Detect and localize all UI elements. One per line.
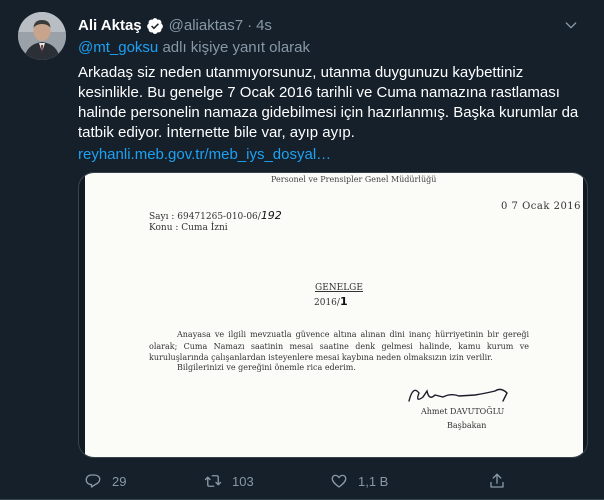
timestamp[interactable]: 4s bbox=[256, 17, 272, 34]
handle[interactable]: @aliaktas7 bbox=[169, 17, 243, 34]
reply-mention-link[interactable]: @mt_goksu bbox=[78, 39, 158, 56]
doc-genelge-number: 2016/1 bbox=[314, 295, 348, 308]
doc-closing: Bilgilerinizi ve gereğini önemle rica ed… bbox=[177, 363, 356, 372]
share-icon bbox=[490, 473, 504, 488]
tweet[interactable]: Ali Aktaş @aliaktas7 · 4s @mt_goksu adlı… bbox=[0, 0, 604, 500]
doc-signer: Ahmet DAVUTOĞLU bbox=[421, 407, 505, 416]
doc-signer-title: Başbakan bbox=[447, 421, 487, 430]
like-button[interactable]: 1,1 B bbox=[330, 472, 388, 490]
more-options-button[interactable] bbox=[558, 12, 584, 38]
retweet-count: 103 bbox=[232, 473, 254, 489]
display-name[interactable]: Ali Aktaş bbox=[78, 17, 142, 34]
share-button[interactable] bbox=[488, 472, 506, 490]
verified-badge-icon bbox=[146, 17, 163, 34]
doc-konu: Konu : Cuma İzni bbox=[149, 223, 228, 233]
doc-sayi-label: Sayı : 69471265-010-06/ bbox=[149, 212, 261, 222]
doc-genelge-handwritten: 1 bbox=[339, 295, 348, 308]
avatar-photo bbox=[18, 12, 66, 60]
doc-date-stamp: 0 7 Ocak 2016 bbox=[501, 201, 582, 212]
retweet-icon bbox=[204, 475, 222, 487]
doc-genelge-year: 2016/ bbox=[314, 298, 340, 308]
avatar[interactable] bbox=[18, 12, 66, 60]
doc-genelge-title: GENELGE bbox=[315, 283, 363, 293]
tweet-media[interactable]: Personel ve Prensipler Genel Müdürlüğü S… bbox=[78, 172, 588, 458]
separator-dot: · bbox=[247, 16, 253, 34]
doc-body-paragraph: Anayasa ve ilgili mevzuatla güvence altı… bbox=[149, 330, 529, 362]
chevron-down-icon bbox=[565, 22, 577, 29]
tweet-link[interactable]: reyhanli.meb.gov.tr/meb_iys_dosyal… bbox=[78, 146, 331, 163]
like-count: 1,1 B bbox=[358, 473, 389, 489]
document-image: Personel ve Prensipler Genel Müdürlüğü S… bbox=[85, 173, 583, 457]
reply-icon bbox=[85, 474, 101, 488]
heart-icon bbox=[331, 474, 347, 488]
tweet-header: Ali Aktaş @aliaktas7 · 4s bbox=[78, 14, 590, 36]
doc-organization: Personel ve Prensipler Genel Müdürlüğü bbox=[271, 175, 437, 184]
signature-icon bbox=[408, 388, 508, 402]
reply-suffix: adlı kişiye yanıt olarak bbox=[162, 39, 311, 56]
reply-button[interactable]: 29 bbox=[84, 472, 126, 490]
doc-sayi: Sayı : 69471265-010-06/192 bbox=[149, 209, 282, 222]
doc-body: Anayasa ve ilgili mevzuatla güvence altı… bbox=[149, 329, 529, 364]
tweet-text: Arkadaş siz neden utanmıyorsunuz, utanma… bbox=[78, 64, 579, 141]
reply-count: 29 bbox=[112, 473, 127, 489]
reply-context: @mt_goksu adlı kişiye yanıt olarak bbox=[78, 39, 310, 56]
tweet-actions: 29 103 1,1 B bbox=[78, 470, 584, 492]
retweet-button[interactable]: 103 bbox=[204, 472, 254, 490]
doc-sayi-handwritten: 192 bbox=[260, 209, 282, 222]
